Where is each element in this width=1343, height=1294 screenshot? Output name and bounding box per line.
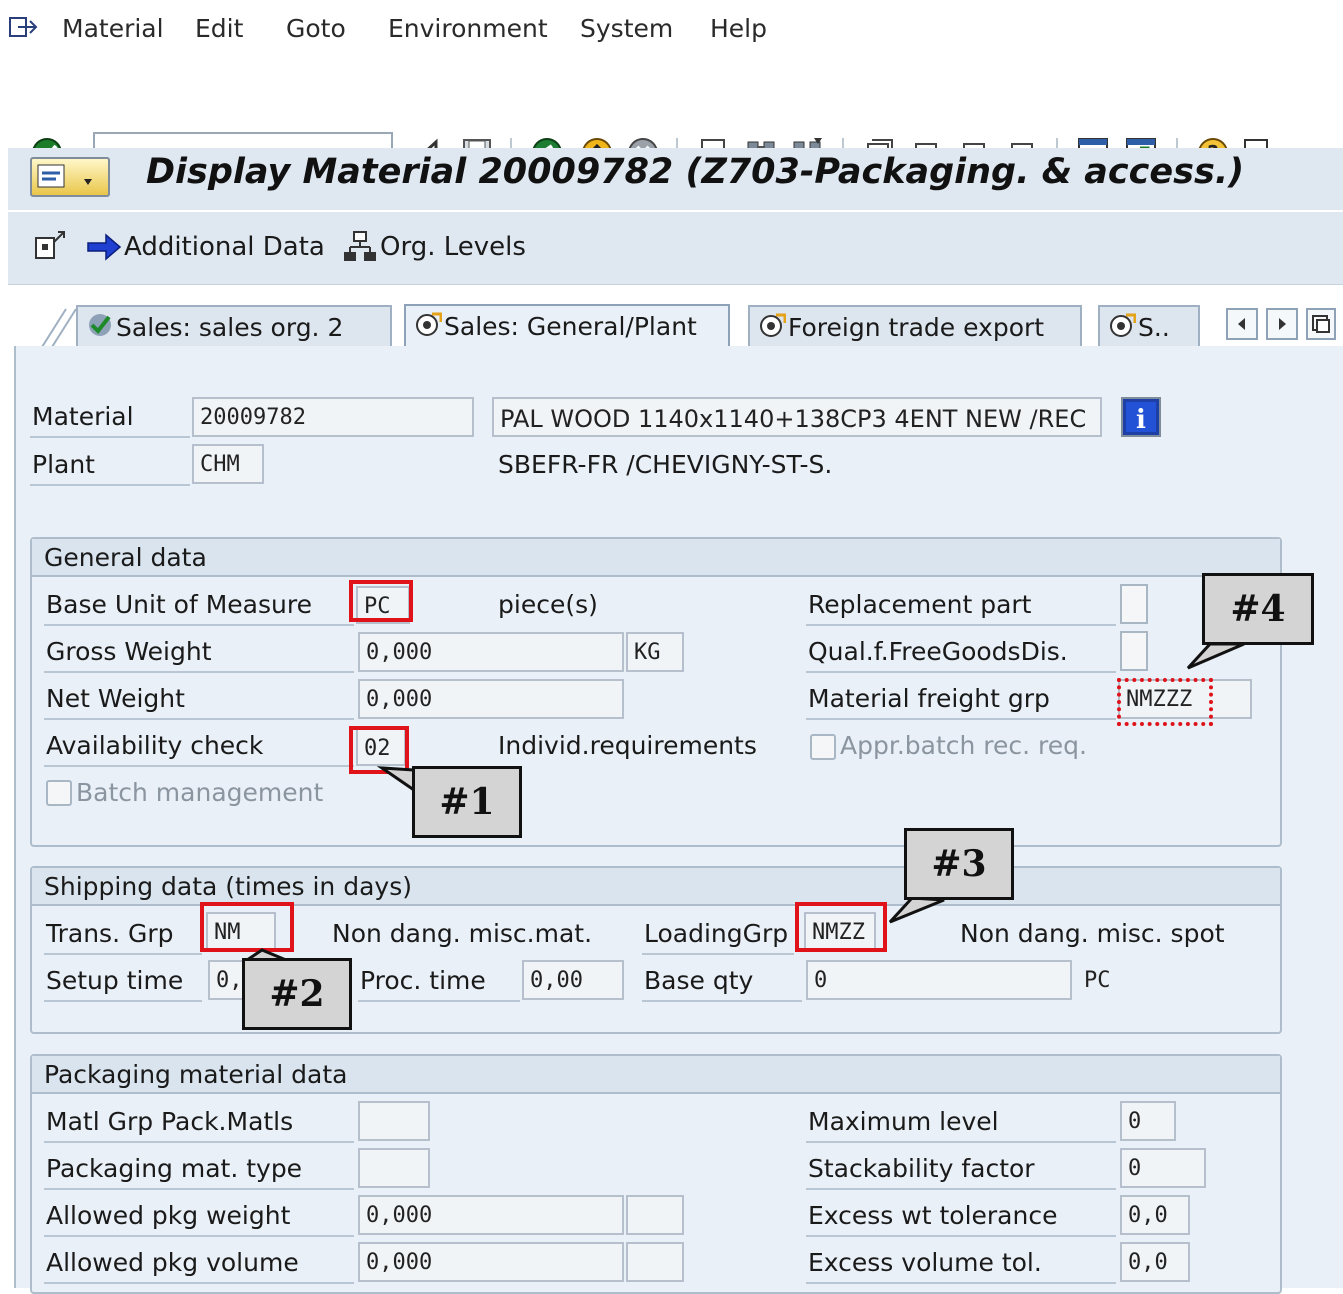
callout-4: #4 — [1202, 573, 1314, 645]
callout-1-pointer — [376, 766, 416, 793]
callout-pointers — [242, 642, 1245, 981]
callout-1: #1 — [412, 766, 522, 838]
callout-4-pointer — [1186, 642, 1245, 670]
callout-3-pointer — [888, 896, 945, 924]
callout-3: #3 — [904, 828, 1014, 900]
callout-2: #2 — [242, 958, 352, 1030]
